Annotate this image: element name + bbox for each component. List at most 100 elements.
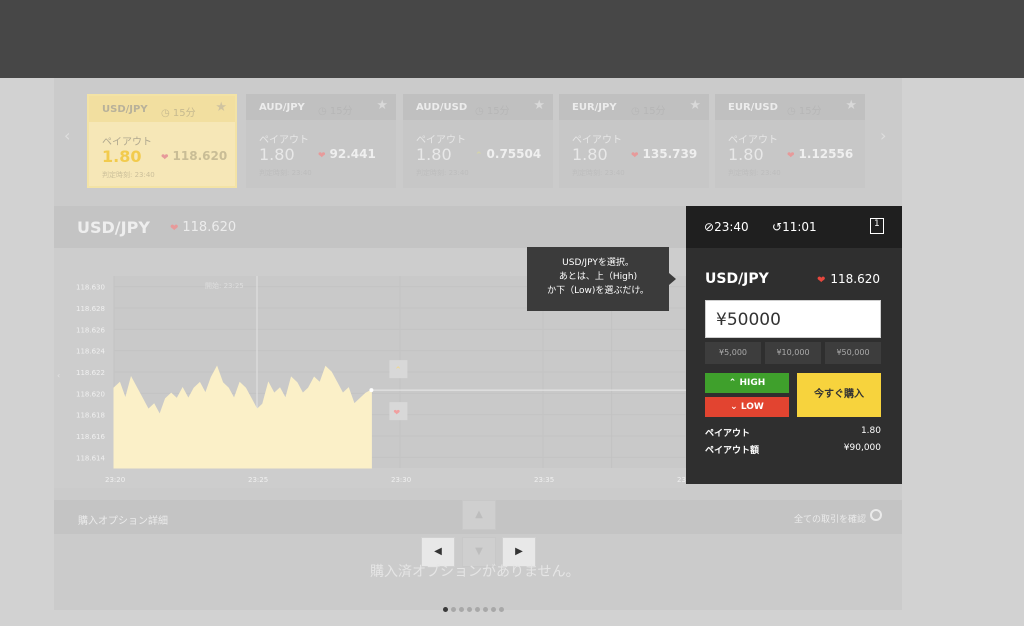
card-payout-label: ペイアウト xyxy=(259,135,309,146)
page-dot[interactable] xyxy=(443,607,448,612)
card-judge-time: 判定時刻: 23:40 xyxy=(728,169,781,177)
y-tick-label: 118.626 xyxy=(76,326,105,334)
current-price-point xyxy=(369,388,374,393)
card-rate: ❤ 135.739 xyxy=(631,147,698,161)
low-button[interactable]: ⌄ LOW xyxy=(705,397,789,417)
purchase-details-label: 購入オプション詳細 xyxy=(78,516,168,527)
card-payout-value: 1.80 xyxy=(102,147,142,166)
card-pair: AUD/USD xyxy=(416,102,468,113)
nav-up-button[interactable]: ▲ xyxy=(462,500,496,530)
y-tick-label: 118.624 xyxy=(76,348,105,356)
star-icon[interactable]: ★ xyxy=(376,98,388,113)
chart-rate: ❤ 118.620 xyxy=(170,220,237,235)
card-header: USD/JPY ◷ 15分 ★ xyxy=(89,96,235,122)
card-judge-time: 判定時刻: 23:40 xyxy=(572,169,625,177)
star-icon[interactable]: ★ xyxy=(215,100,227,115)
card-timer: ◷ 15分 xyxy=(475,106,510,117)
star-icon[interactable]: ★ xyxy=(689,98,701,113)
panel-rate: ❤ 118.620 xyxy=(816,272,880,286)
chart-left-arrow-icon: ‹ xyxy=(57,371,60,380)
panel-pair: USD/JPY xyxy=(705,271,769,287)
arrow-down-icon: ❤ xyxy=(318,151,326,161)
arrow-down-icon: ❤ xyxy=(816,275,826,286)
card-payout-value: 1.80 xyxy=(259,145,295,164)
page-dot[interactable] xyxy=(451,607,456,612)
view-all-trades-link[interactable]: 全ての取引を確認 xyxy=(794,512,866,525)
card-pair: AUD/JPY xyxy=(259,102,305,113)
asset-card-usdjpy[interactable]: USD/JPY ◷ 15分 ★ ペイアウト 1.80 ❤ 118.620 判定時刻… xyxy=(87,94,237,188)
chart-header: USD/JPY ❤ 118.620 xyxy=(54,206,686,248)
x-tick-label: 23:20 xyxy=(105,476,125,484)
preset-50000-button[interactable]: ¥50,000 xyxy=(825,342,881,364)
payout-amount-value: ¥90,000 xyxy=(843,443,881,453)
x-tick-label: 23:30 xyxy=(391,476,411,484)
card-payout-value: 1.80 xyxy=(728,145,764,164)
tutorial-pagination xyxy=(443,597,507,616)
top-banner xyxy=(0,0,1024,78)
down-arrow-icon: ❤ xyxy=(393,408,400,417)
card-payout-value: 1.80 xyxy=(572,145,608,164)
empty-options-message: 購入済オプションがありません。 xyxy=(370,564,580,580)
search-icon[interactable] xyxy=(870,509,882,521)
star-icon[interactable]: ★ xyxy=(845,98,857,113)
page-dot[interactable] xyxy=(475,607,480,612)
asset-card-audusd[interactable]: AUD/USD ◷ 15分 ★ ペイアウト 1.80 ⌃ 0.75504 判定時刻… xyxy=(403,94,553,188)
payout-amount-label: ペイアウト額 xyxy=(705,446,760,456)
preset-5000-button[interactable]: ¥5,000 xyxy=(705,342,761,364)
y-tick-label: 118.618 xyxy=(76,412,105,420)
card-pair: USD/JPY xyxy=(102,104,148,115)
buy-now-button[interactable]: 今すぐ購入 xyxy=(797,373,881,417)
arrow-down-icon: ❤ xyxy=(161,153,169,163)
card-header: EUR/USD ◷ 15分 ★ xyxy=(715,94,865,120)
arrow-down-icon: ❤ xyxy=(787,151,795,161)
payout-label: ペイアウト xyxy=(705,429,751,439)
card-header: AUD/JPY ◷ 15分 ★ xyxy=(246,94,396,120)
card-timer: ◷ 15分 xyxy=(631,106,666,117)
up-arrow-icon: ⌃ xyxy=(394,366,402,376)
star-icon[interactable]: ★ xyxy=(533,98,545,113)
card-payout-label: ペイアウト xyxy=(572,135,622,146)
card-payout-label: ペイアウト xyxy=(102,137,152,148)
preset-10000-button[interactable]: ¥10,000 xyxy=(765,342,821,364)
payout-amount-row: ペイアウト額 ¥90,000 xyxy=(705,443,881,456)
card-rate: ❤ 118.620 xyxy=(161,149,228,163)
payout-value: 1.80 xyxy=(860,426,881,436)
card-rate: ❤ 92.441 xyxy=(318,147,376,161)
card-pair: EUR/USD xyxy=(728,102,778,113)
arrow-down-icon: ❤ xyxy=(170,223,179,234)
chart-pair: USD/JPY xyxy=(77,218,150,237)
asset-card-audjpy[interactable]: AUD/JPY ◷ 15分 ★ ペイアウト 1.80 ❤ 92.441 判定時刻:… xyxy=(246,94,396,188)
card-judge-time: 判定時刻: 23:40 xyxy=(102,171,155,179)
asset-card-eurjpy[interactable]: EUR/JPY ◷ 15分 ★ ペイアウト 1.80 ❤ 135.739 判定時刻… xyxy=(559,94,709,188)
page-dot[interactable] xyxy=(483,607,488,612)
start-label: 開始: 23:25 xyxy=(205,281,244,290)
card-header: AUD/USD ◷ 15分 ★ xyxy=(403,94,553,120)
asset-card-eurusd[interactable]: EUR/USD ◷ 15分 ★ ペイアウト 1.80 ❤ 1.12556 判定時刻… xyxy=(715,94,865,188)
y-tick-label: 118.620 xyxy=(76,390,105,398)
tutorial-tooltip: USD/JPYを選択。 あとは、上（High) か下（Low)を選ぶだけ。 xyxy=(527,247,676,311)
card-payout-label: ペイアウト xyxy=(416,135,466,146)
payout-row: ペイアウト 1.80 xyxy=(705,426,881,439)
amount-input[interactable]: ¥50000 xyxy=(705,300,881,338)
card-timer: ◷ 15分 xyxy=(787,106,822,117)
tooltip-line: あとは、上（High) xyxy=(558,272,638,282)
trade-panel: ⊘23:40 ↺11:01 1 USD/JPY ❤ 118.620 ¥50000 … xyxy=(686,206,902,484)
y-tick-label: 118.622 xyxy=(76,369,105,377)
one-click-icon[interactable]: 1 xyxy=(870,218,884,234)
page-dot[interactable] xyxy=(499,607,504,612)
card-rate: ❤ 1.12556 xyxy=(787,147,854,161)
x-tick-label: 23:25 xyxy=(248,476,268,484)
card-judge-time: 判定時刻: 23:40 xyxy=(416,169,469,177)
page-dot[interactable] xyxy=(467,607,472,612)
page-dot[interactable] xyxy=(491,607,496,612)
trade-panel-header: ⊘23:40 ↺11:01 1 xyxy=(686,206,902,248)
page-dot[interactable] xyxy=(459,607,464,612)
x-tick-label: 23:35 xyxy=(534,476,554,484)
cards-next-icon[interactable]: › xyxy=(880,126,886,145)
high-button[interactable]: ⌃ HIGH xyxy=(705,373,789,393)
card-pair: EUR/JPY xyxy=(572,102,617,113)
card-judge-time: 判定時刻: 23:40 xyxy=(259,169,312,177)
card-timer: ◷ 15分 xyxy=(318,106,353,117)
cards-prev-icon[interactable]: ‹ xyxy=(64,126,70,145)
card-payout-value: 1.80 xyxy=(416,145,452,164)
